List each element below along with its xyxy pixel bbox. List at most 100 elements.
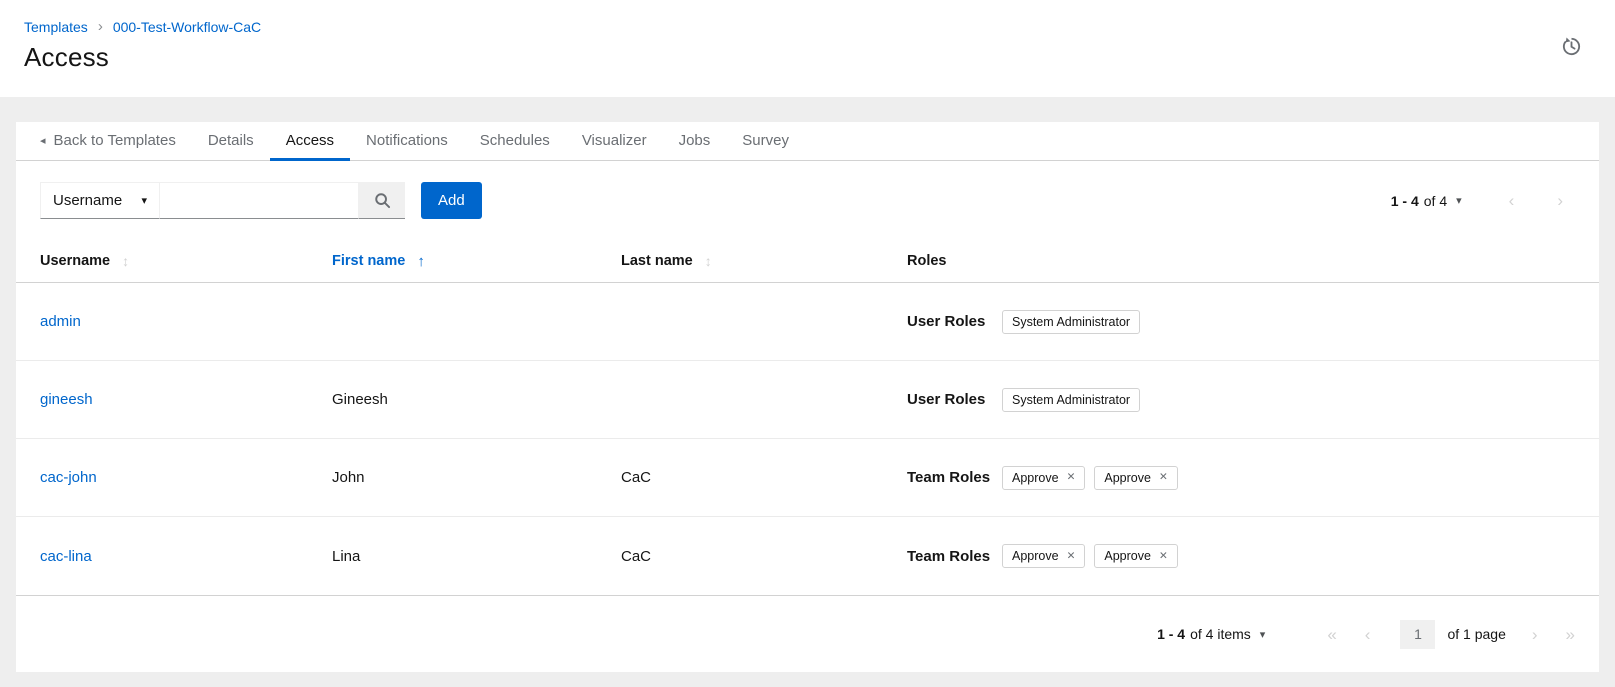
sort-icon[interactable]: ↕ (705, 253, 712, 269)
role-type-label: User Roles (907, 313, 1002, 330)
caret-down-icon: ▾ (141, 194, 147, 207)
next-page-button[interactable]: › (1532, 626, 1538, 643)
chip-remove-button[interactable]: ✕ (1067, 472, 1076, 483)
chip-label: System Administrator (1012, 393, 1130, 407)
close-icon: ✕ (1159, 471, 1168, 483)
table-row: cac-john John CaC Team Roles Approve ✕ A… (16, 439, 1599, 517)
roles-cell: Team Roles Approve ✕ Approve ✕ (907, 544, 1575, 568)
tab-notifications[interactable]: Notifications (350, 122, 464, 161)
tab-schedules[interactable]: Schedules (464, 122, 566, 161)
role-chip: Approve ✕ (1002, 466, 1085, 490)
chip-group: System Administrator (1002, 388, 1140, 412)
items-of-total: of 4 items (1190, 626, 1251, 642)
tab-jobs[interactable]: Jobs (663, 122, 727, 161)
role-chip: Approve ✕ (1094, 466, 1177, 490)
search-icon (374, 192, 391, 209)
close-icon: ✕ (1067, 471, 1076, 483)
filter-key-dropdown[interactable]: Username ▾ (40, 182, 160, 219)
main-card: ◂ Back to Templates Details Access Notif… (16, 122, 1599, 672)
column-header-first-name[interactable]: First name ↑ (332, 253, 621, 270)
table-header-row: Username ↕ First name ↑ Last name ↕ Role… (16, 240, 1599, 283)
current-page-input[interactable] (1400, 620, 1435, 649)
close-icon: ✕ (1159, 550, 1168, 562)
tab-back-to-templates[interactable]: ◂ Back to Templates (24, 122, 192, 161)
next-page-button[interactable]: › (1557, 192, 1563, 209)
role-type-label: User Roles (907, 391, 1002, 408)
sort-ascending-icon[interactable]: ↑ (417, 253, 425, 270)
search-button[interactable] (359, 182, 405, 219)
role-chip: System Administrator (1002, 310, 1140, 334)
per-page-toggle-icon[interactable]: ▾ (1260, 628, 1266, 641)
tab-bar: ◂ Back to Templates Details Access Notif… (16, 122, 1599, 161)
column-header-username[interactable]: Username ↕ (40, 253, 332, 269)
prev-page-button[interactable]: ‹ (1509, 192, 1515, 209)
history-button[interactable] (1558, 33, 1585, 60)
breadcrumb-link-templates[interactable]: Templates (24, 19, 88, 35)
pagination-total: of 4 (1424, 193, 1447, 209)
role-type-label: Team Roles (907, 548, 1002, 565)
chip-group: Approve ✕ Approve ✕ (1002, 544, 1178, 568)
breadcrumb-link-template-name[interactable]: 000-Test-Workflow-CaC (113, 19, 261, 35)
last-page-button[interactable]: » (1566, 626, 1575, 643)
username-link[interactable]: cac-lina (40, 548, 92, 565)
last-name-cell: CaC (621, 469, 907, 486)
prev-page-button[interactable]: ‹ (1365, 626, 1371, 643)
roles-cell: Team Roles Approve ✕ Approve ✕ (907, 466, 1575, 490)
tab-label: Back to Templates (54, 132, 176, 149)
role-chip: System Administrator (1002, 388, 1140, 412)
chip-label: Approve (1012, 549, 1059, 563)
page-navigation: « ‹ of 1 page › » (1327, 620, 1575, 649)
first-name-cell: Lina (332, 548, 621, 565)
first-name-cell: John (332, 469, 621, 486)
roles-cell: User Roles System Administrator (907, 388, 1575, 412)
column-label: First name (332, 253, 405, 269)
sort-icon[interactable]: ↕ (122, 253, 129, 269)
role-type-label: Team Roles (907, 469, 1002, 486)
breadcrumb: Templates › 000-Test-Workflow-CaC (24, 18, 1591, 35)
toolbar: Username ▾ Add 1 - 4 of 4 ▾ ‹ › (16, 161, 1599, 240)
tab-survey[interactable]: Survey (726, 122, 805, 161)
tab-details[interactable]: Details (192, 122, 270, 161)
column-header-last-name[interactable]: Last name ↕ (621, 253, 907, 269)
page-count-label: of 1 page (1447, 626, 1505, 642)
column-header-roles: Roles (907, 253, 1575, 269)
chip-group: Approve ✕ Approve ✕ (1002, 466, 1178, 490)
per-page-toggle-icon[interactable]: ▾ (1456, 194, 1462, 207)
footer-pagination: 1 - 4 of 4 items ▾ « ‹ of 1 page › » (16, 595, 1599, 672)
chip-group: System Administrator (1002, 310, 1140, 334)
access-table: Username ↕ First name ↑ Last name ↕ Role… (16, 240, 1599, 595)
table-row: cac-lina Lina CaC Team Roles Approve ✕ A… (16, 517, 1599, 595)
back-triangle-icon: ◂ (40, 134, 46, 147)
column-label: Username (40, 253, 110, 269)
chip-remove-button[interactable]: ✕ (1067, 551, 1076, 562)
pagination-range: 1 - 4 (1391, 193, 1419, 209)
tab-visualizer[interactable]: Visualizer (566, 122, 663, 161)
table-body: admin User Roles System Administrator gi… (16, 283, 1599, 595)
page-title: Access (24, 42, 1591, 73)
role-chip: Approve ✕ (1094, 544, 1177, 568)
username-link[interactable]: gineesh (40, 391, 93, 408)
chip-label: Approve (1104, 471, 1151, 485)
add-button[interactable]: Add (421, 182, 482, 219)
chip-label: Approve (1104, 549, 1151, 563)
last-name-cell: CaC (621, 548, 907, 565)
chip-remove-button[interactable]: ✕ (1159, 472, 1168, 483)
search-input[interactable] (159, 182, 359, 219)
chip-label: System Administrator (1012, 315, 1130, 329)
items-range: 1 - 4 (1157, 626, 1185, 642)
chip-remove-button[interactable]: ✕ (1159, 551, 1168, 562)
top-pagination: 1 - 4 of 4 ▾ ‹ › (1391, 192, 1575, 209)
role-chip: Approve ✕ (1002, 544, 1085, 568)
close-icon: ✕ (1067, 550, 1076, 562)
history-icon (1560, 35, 1583, 58)
first-page-button[interactable]: « (1327, 626, 1336, 643)
breadcrumb-separator-icon: › (98, 18, 103, 35)
first-name-cell: Gineesh (332, 391, 621, 408)
username-link[interactable]: cac-john (40, 469, 97, 486)
chip-label: Approve (1012, 471, 1059, 485)
page-header: Templates › 000-Test-Workflow-CaC Access (0, 0, 1615, 97)
username-link[interactable]: admin (40, 313, 81, 330)
items-summary: 1 - 4 of 4 items ▾ (1157, 626, 1265, 642)
table-row: admin User Roles System Administrator (16, 283, 1599, 361)
tab-access[interactable]: Access (270, 122, 350, 161)
